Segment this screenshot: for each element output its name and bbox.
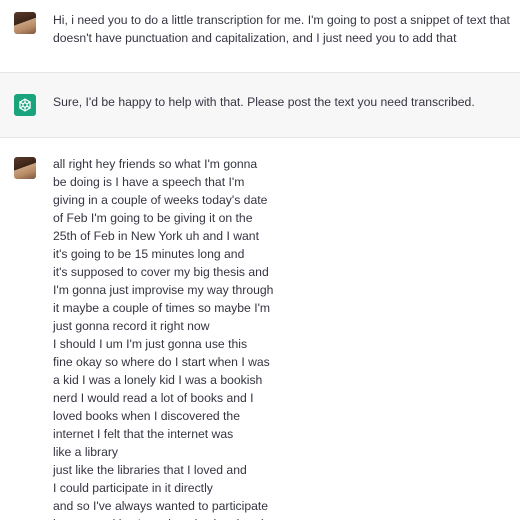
- message-line: be doing is I have a speech that I'm: [53, 175, 245, 189]
- message-text: Hi, i need you to do a little transcript…: [53, 13, 514, 45]
- message-text: Sure, I'd be happy to help with that. Pl…: [53, 95, 475, 109]
- message-line: fine okay so where do I start when I was: [53, 355, 270, 369]
- message-line: giving in a couple of weeks today's date: [53, 193, 268, 207]
- message-line: 25th of Feb in New York uh and I want: [53, 229, 259, 243]
- message-text: all right hey friends so what I'm gonna b…: [53, 155, 293, 520]
- user-message-2: all right hey friends so what I'm gonna b…: [0, 138, 520, 520]
- user-avatar: [14, 12, 36, 34]
- assistant-message: Sure, I'd be happy to help with that. Pl…: [0, 72, 520, 138]
- message-line: loved books when I discovered the: [53, 409, 240, 423]
- message-line: I'm gonna just improvise my way through: [53, 283, 274, 297]
- message-line: I should I um I'm just gonna use this: [53, 337, 248, 351]
- message-line: just gonna record it right now: [53, 319, 210, 333]
- message-line: like a library: [53, 445, 119, 459]
- message-line: of Feb I'm going to be giving it on the: [53, 211, 253, 225]
- chat-thread: Hi, i need you to do a little transcript…: [0, 0, 520, 520]
- message-line: it's going to be 15 minutes long and: [53, 247, 245, 261]
- message-line: all right hey friends so what I'm gonna: [53, 157, 258, 171]
- message-line: and so I've always wanted to participate: [53, 499, 269, 513]
- message-line: internet I felt that the internet was: [53, 427, 234, 441]
- message-line: it's supposed to cover my big thesis and: [53, 265, 269, 279]
- message-line: just like the libraries that I loved and: [53, 463, 247, 477]
- message-line: I could participate in it directly: [53, 481, 213, 495]
- user-avatar: [14, 157, 36, 179]
- openai-logo-icon: [14, 94, 36, 116]
- message-line: in communities I used to play in a band: [53, 515, 293, 520]
- message-line: a kid I was a lonely kid I was a bookish: [53, 373, 263, 387]
- message-line: nerd I would read a lot of books and I: [53, 391, 254, 405]
- message-line: it maybe a couple of times so maybe I'm: [53, 301, 271, 315]
- user-message-1: Hi, i need you to do a little transcript…: [0, 0, 520, 72]
